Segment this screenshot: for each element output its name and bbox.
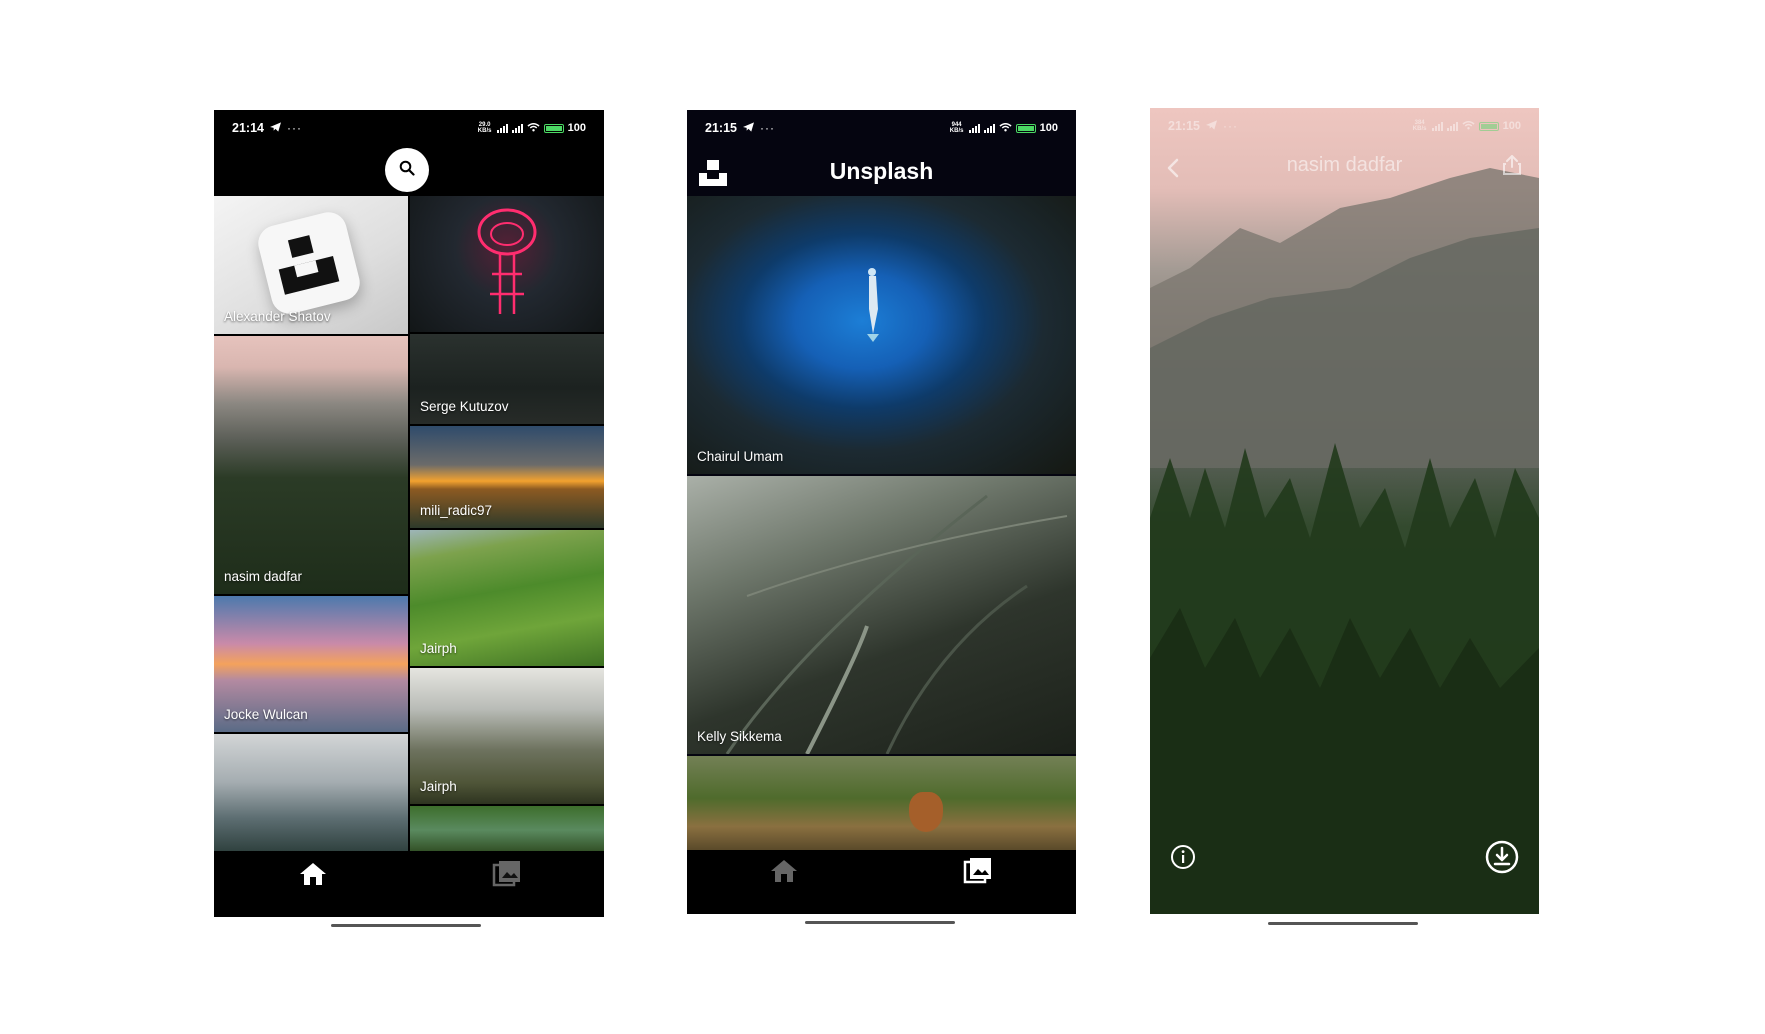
photo-author: Alexander Shatov [224,309,331,324]
photo-tile[interactable]: Chairul Umam [687,196,1076,474]
mountain-silhouette [1150,168,1539,468]
neon-mushroom-cloud [477,208,537,314]
download-icon[interactable] [1485,840,1519,879]
photo-tile[interactable]: mili_radic97 [410,426,604,528]
more-dots-icon: ··· [1222,119,1238,133]
photo-author: Kelly Sikkema [697,729,782,744]
photo-tile[interactable] [410,196,604,332]
diver-figure [867,268,879,342]
app-header: Unsplash [687,146,1076,196]
more-dots-icon: ··· [286,121,302,135]
status-time: 21:15 [1168,119,1200,133]
wifi-icon [527,122,540,135]
telegram-icon [269,121,281,135]
acorn-shape [909,792,943,832]
home-indicator [331,924,481,927]
phone-screen-unsplash-feed: 21:15 ··· 944 KB/s 100 Unsplash Chairul … [687,110,1076,914]
signal-icon-2 [983,123,995,133]
search-button[interactable] [385,148,429,192]
forest-trees [1150,443,1539,914]
photo-author: Jairph [420,779,457,794]
wifi-icon [1462,120,1475,133]
phone-screen-photo-detail: 21:15 ··· 384 KB/s 100 nasim dadfar [1150,108,1539,914]
signal-icon [1431,121,1443,131]
photo-detail-title: nasim dadfar [1286,154,1403,176]
app-title: Unsplash [829,158,934,184]
gallery-icon[interactable] [963,856,993,891]
grass-blades [725,494,1068,754]
home-icon[interactable] [769,858,799,889]
network-speed: 384 KB/s [1412,120,1427,132]
photo-tile[interactable] [214,734,408,854]
photo-tile[interactable]: Jocke Wulcan [214,596,408,732]
photo-author: Chairul Umam [697,449,784,464]
home-indicator [805,921,955,924]
photo-author: Serge Kutuzov [420,399,509,414]
photo-tile[interactable]: Jairph [410,668,604,804]
photo-author: nasim dadfar [224,569,303,584]
telegram-icon [742,121,754,135]
search-icon [399,160,415,181]
photo-tile[interactable]: Serge Kutuzov [410,334,604,424]
photo-tile[interactable]: nasim dadfar [214,336,408,594]
home-icon[interactable] [298,861,328,892]
photo-tile[interactable]: Jairph [410,530,604,666]
battery-percent: 100 [1039,122,1058,134]
status-time: 21:15 [705,121,737,135]
wifi-icon [999,122,1012,135]
unsplash-logo-block [254,208,364,318]
gallery-icon[interactable] [492,859,522,894]
network-speed: 29.0 KB/s [477,122,492,134]
photo-author: Jocke Wulcan [224,707,308,722]
battery-percent: 100 [567,122,586,134]
status-bar: 21:15 ··· 944 KB/s 100 [687,110,1076,146]
photo-tile[interactable]: Alexander Shatov [214,196,408,334]
battery-percent: 100 [1502,120,1521,132]
bottom-nav [687,850,1076,914]
phone-screen-home: 21:14 ··· 29.0 KB/s 100 Alexander Shatov… [214,110,604,917]
signal-icon-2 [511,123,523,133]
signal-icon [496,123,508,133]
photo-tile[interactable] [410,806,604,854]
battery-icon [1478,121,1499,131]
battery-icon [543,123,564,133]
status-bar: 21:14 ··· 29.0 KB/s 100 [214,110,604,146]
status-bar: 21:15 ··· 384 KB/s 100 [1150,108,1539,144]
signal-icon-2 [1446,121,1458,131]
share-icon[interactable] [1502,154,1522,181]
telegram-icon [1205,119,1217,133]
more-dots-icon: ··· [759,121,775,135]
photo-author: Jairph [420,641,457,656]
network-speed: 944 KB/s [949,122,964,134]
photo-author: mili_radic97 [420,503,493,518]
status-time: 21:14 [232,121,264,135]
signal-icon [968,123,980,133]
photo-tile[interactable]: Kelly Sikkema [687,476,1076,754]
bottom-nav [214,851,604,917]
photo-tile[interactable] [687,756,1076,850]
home-indicator [1268,922,1418,925]
battery-icon [1015,123,1036,133]
info-icon[interactable] [1170,844,1196,875]
